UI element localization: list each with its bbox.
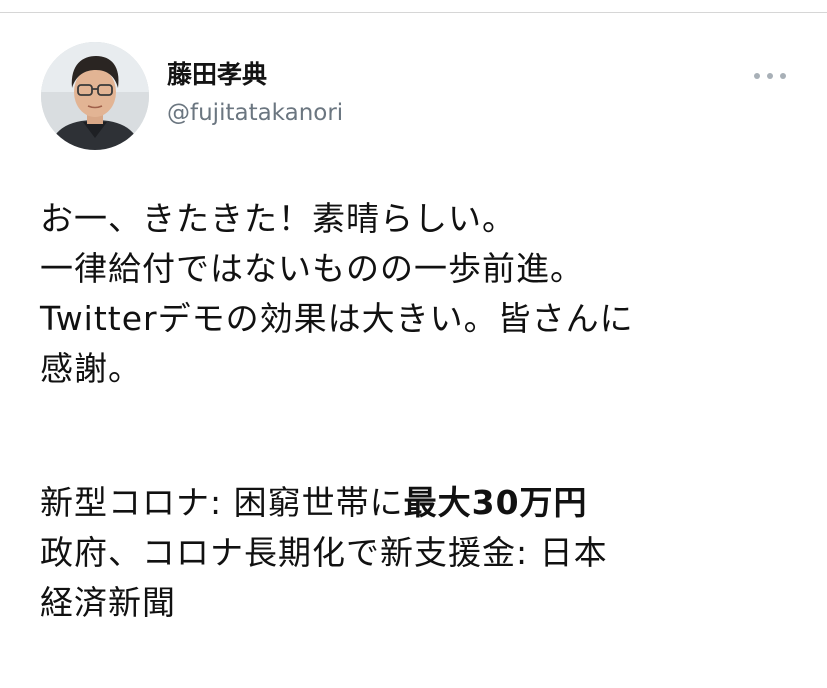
author-avatar[interactable]	[41, 42, 149, 150]
tweet-text-line: 一律給付ではないものの一歩前進。	[40, 249, 584, 288]
link-headline-bold: 最大30万円	[403, 483, 588, 522]
link-headline-line: 新型コロナ: 困窮世帯に最大30万円	[40, 478, 800, 528]
link-headline-prefix: 新型コロナ: 困窮世帯に	[40, 483, 404, 522]
link-headline[interactable]: 新型コロナ: 困窮世帯に最大30万円 政府、コロナ長期化で新支援金: 日本 経済…	[40, 478, 800, 628]
author-display-name[interactable]: 藤田孝典	[167, 60, 267, 90]
tweet-text-line: Twitterデモの効果は大きい。皆さんに	[40, 299, 634, 338]
tweet-text: お一、きたきた！素晴らしい。 一律給付ではないものの一歩前進。 Twitterデ…	[40, 194, 800, 394]
author-handle[interactable]: @fujitatakanori	[167, 99, 343, 127]
tweet-text-line: 感謝。	[40, 349, 142, 388]
tweet-text-line: お一、きたきた！素晴らしい。	[40, 199, 516, 238]
link-headline-line: 政府、コロナ長期化で新支援金: 日本	[40, 533, 608, 572]
more-horizontal-icon	[754, 73, 786, 79]
link-headline-line: 経済新聞	[40, 583, 176, 622]
top-divider	[0, 12, 827, 13]
avatar-photo	[41, 42, 149, 150]
more-options-button[interactable]	[747, 62, 793, 90]
